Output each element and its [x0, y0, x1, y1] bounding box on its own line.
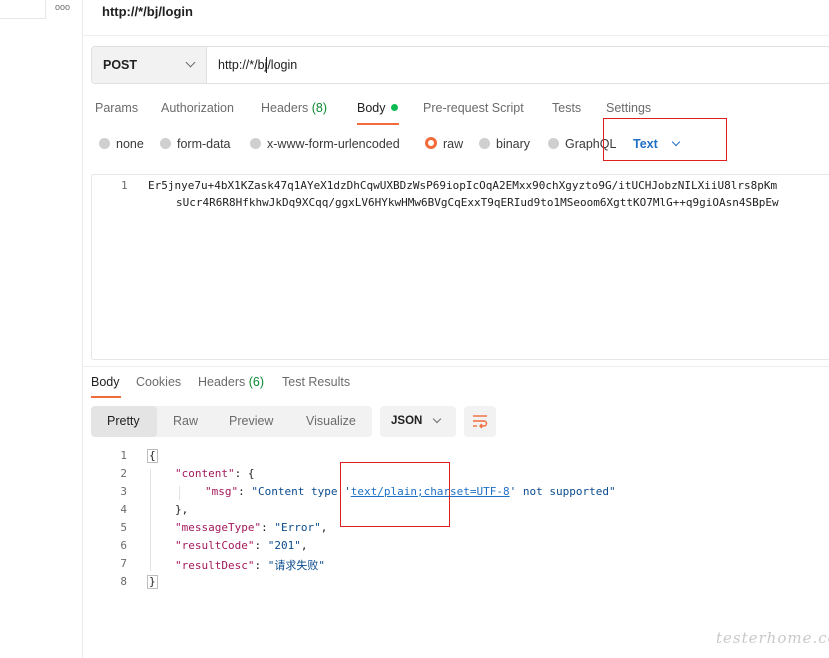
radio-x-www-form-urlencoded[interactable]: x-www-form-urlencoded [250, 137, 400, 151]
tab-settings[interactable]: Settings [606, 101, 651, 115]
radio-form-data[interactable]: form-data [160, 137, 231, 151]
response-format-label: JSON [391, 415, 423, 427]
body-modified-dot-icon [390, 104, 398, 111]
tab-tests[interactable]: Tests [552, 101, 581, 115]
code-line-2: "content": { [175, 467, 255, 480]
tab-body[interactable]: Body [357, 101, 398, 115]
line-number: 3 [120, 485, 127, 498]
view-mode-pretty[interactable]: Pretty [107, 414, 140, 428]
response-tab-body[interactable]: Body [91, 375, 120, 389]
request-body-editor[interactable]: 1 Er5jnye7u+4bX1KZask47q1AYeX1dzDhCqwUXB… [91, 174, 829, 360]
close-brace: } [147, 575, 158, 589]
response-tab-headers[interactable]: Headers (6) [198, 375, 264, 389]
sidebar-rail: ooo [0, 0, 83, 658]
code-line-8: } [147, 575, 158, 589]
indent-guide [179, 486, 180, 500]
response-format-select[interactable]: JSON [380, 406, 456, 437]
code-line-4: }, [175, 503, 189, 516]
view-mode-visualize[interactable]: Visualize [306, 414, 356, 428]
divider [83, 366, 829, 367]
active-tab-underline [357, 123, 399, 125]
tab-pre-request-script[interactable]: Pre-request Script [423, 101, 524, 115]
view-mode-preview[interactable]: Preview [229, 414, 273, 428]
response-tab-test-results[interactable]: Test Results [282, 375, 350, 389]
chevron-down-icon [185, 57, 196, 68]
wrap-lines-button[interactable] [464, 406, 496, 437]
editor-line-2: sUcr4R6R8HfkhwJkDq9XCqq/ggxLV6HYkwHMw6BV… [176, 196, 779, 209]
line-number: 5 [120, 521, 127, 534]
chevron-down-icon [432, 414, 442, 424]
line-number: 4 [120, 503, 127, 516]
line-number: 2 [120, 467, 127, 480]
code-line-7: "resultDesc": "请求失败" [175, 559, 325, 572]
tab-params[interactable]: Params [95, 101, 138, 115]
open-brace: { [147, 449, 158, 463]
wrap-lines-icon [473, 415, 488, 429]
radio-circle-icon [548, 138, 559, 149]
radio-raw[interactable]: raw [425, 137, 463, 151]
radio-circle-icon [99, 138, 110, 149]
divider [83, 35, 829, 36]
radio-binary[interactable]: binary [479, 137, 530, 151]
radio-selected-icon [425, 137, 437, 149]
response-tab-cookies[interactable]: Cookies [136, 375, 181, 389]
highlight-box-format [603, 118, 727, 161]
request-title[interactable]: http://*/bj/login [102, 4, 193, 19]
editor-line-number: 1 [121, 179, 128, 192]
active-tab-underline [91, 396, 121, 398]
more-options-icon[interactable]: ooo [55, 2, 70, 12]
tab-headers[interactable]: Headers (8) [261, 101, 327, 115]
line-number: 8 [120, 575, 127, 588]
line-number: 1 [120, 449, 127, 462]
code-line-6: "resultCode": "201", [175, 539, 308, 552]
highlight-box-content-type [340, 462, 450, 527]
radio-circle-icon [250, 138, 261, 149]
radio-circle-icon [479, 138, 490, 149]
view-mode-segmented: Pretty Raw Preview Visualize [91, 406, 372, 437]
indent-guide [150, 469, 151, 571]
headers-count: (6) [248, 375, 265, 389]
method-select[interactable]: POST [92, 47, 207, 83]
url-input[interactable]: http://*/bj/login [218, 58, 297, 72]
url-bar: POST http://*/bj/login [91, 46, 829, 84]
method-label: POST [103, 58, 138, 72]
line-number: 6 [120, 539, 127, 552]
headers-count: (8) [311, 101, 328, 115]
watermark: testerhome.com [716, 629, 829, 647]
view-mode-raw[interactable]: Raw [173, 414, 198, 428]
request-panel: http://*/bj/login POST http://*/bj/login… [83, 0, 829, 658]
tab-authorization[interactable]: Authorization [161, 101, 234, 115]
sidebar-tab-strip[interactable] [0, 0, 46, 19]
editor-line-1: Er5jnye7u+4bX1KZask47q1AYeX1dzDhCqwUXBDz… [148, 179, 778, 192]
code-line-5: "messageType": "Error", [175, 521, 328, 534]
line-number: 7 [120, 557, 127, 570]
radio-none[interactable]: none [99, 137, 144, 151]
code-line-1: { [147, 449, 158, 463]
radio-circle-icon [160, 138, 171, 149]
text-caret [266, 57, 267, 73]
